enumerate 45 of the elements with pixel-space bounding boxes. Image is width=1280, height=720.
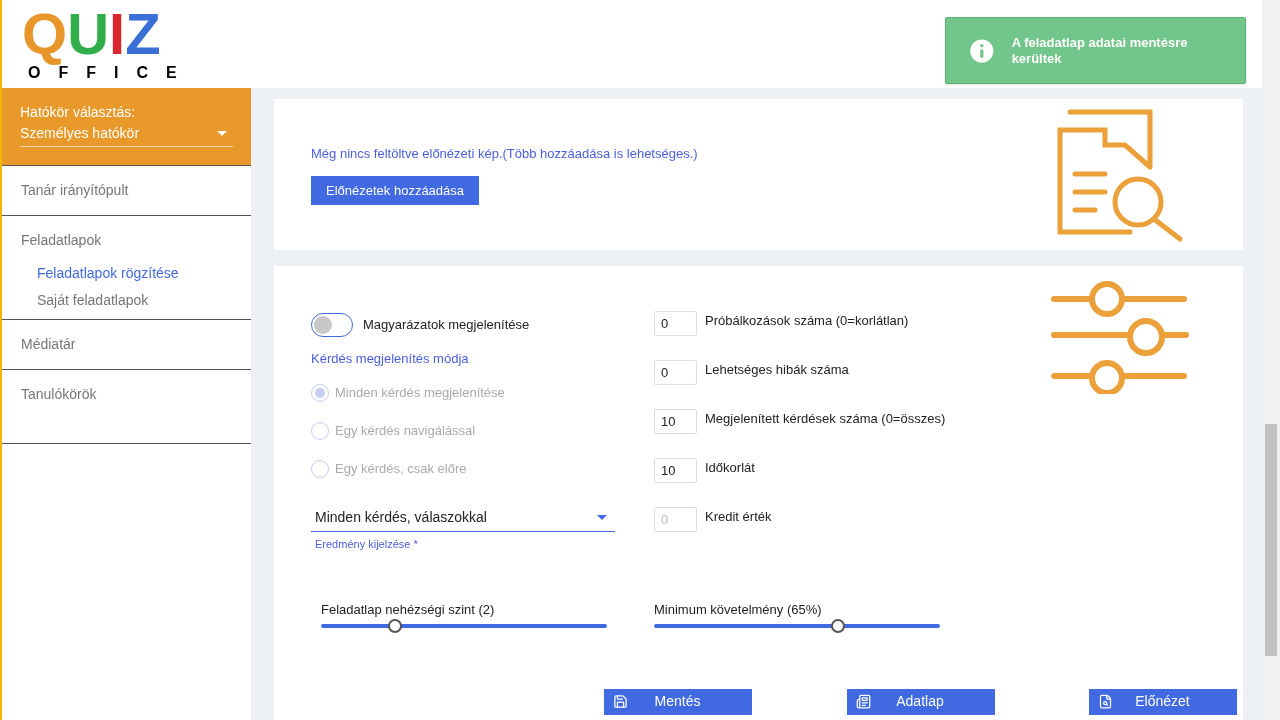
toggle-switch[interactable] bbox=[311, 313, 353, 337]
sidebar-item[interactable]: Feladatlapok bbox=[2, 216, 251, 265]
logo-subtitle: OFFICE bbox=[28, 64, 195, 82]
toggle-label: Magyarázatok megjelenítése bbox=[363, 316, 530, 335]
slider-thumb[interactable] bbox=[387, 618, 402, 633]
number-field[interactable]: 10 bbox=[654, 458, 697, 483]
dropdown-caret-icon bbox=[217, 131, 227, 136]
sidebar-item[interactable]: Médiatár bbox=[2, 320, 251, 369]
slider[interactable] bbox=[654, 618, 940, 633]
radio-label: Minden kérdés megjelenítése bbox=[335, 383, 505, 402]
radio-label: Egy kérdés, csak előre bbox=[335, 459, 467, 478]
toast-message: A feladatlap adatai mentésre kerültek bbox=[1011, 34, 1189, 67]
slider[interactable] bbox=[321, 618, 607, 633]
number-field[interactable]: 10 bbox=[654, 409, 697, 434]
result-select[interactable]: Minden kérdés, válaszokkal bbox=[311, 506, 615, 532]
sidebar-item[interactable]: Tanulókörök bbox=[2, 370, 251, 419]
action-button[interactable]: Előnézet bbox=[1089, 688, 1237, 715]
action-button[interactable]: Adatlap bbox=[846, 688, 995, 715]
sidebar-item[interactable]: Tanár irányítópult bbox=[2, 166, 251, 215]
sidebar-subitem[interactable]: Feladatlapok rögzítése bbox=[2, 263, 251, 292]
newspaper-icon bbox=[855, 694, 871, 709]
action-button[interactable]: Mentés bbox=[604, 688, 752, 715]
field-label: Időkorlát bbox=[705, 459, 755, 477]
document-search-icon bbox=[1098, 694, 1113, 709]
field-label: Kredit érték bbox=[705, 508, 772, 526]
number-field[interactable]: 0 bbox=[654, 360, 697, 385]
logo-letter: Z bbox=[125, 4, 161, 64]
radio-label: Egy kérdés navigálással bbox=[335, 421, 476, 440]
field-label: Megjelenített kérdések száma (0=összes) bbox=[705, 410, 946, 428]
field-label: Próbálkozások száma (0=korlátlan) bbox=[705, 312, 909, 330]
result-label: Eredmény kijelzése * bbox=[314, 536, 419, 552]
scope-label: Hatókör választás: bbox=[20, 103, 137, 122]
preview-message: Még nincs feltöltve előnézeti kép.(Több hozzáadása is lehetséges.) bbox=[311, 145, 698, 163]
sidebar-subitem[interactable]: Saját feladatlapok bbox=[2, 290, 251, 319]
logo-letter: U bbox=[67, 4, 109, 64]
field-label: Lehetséges hibák száma bbox=[705, 361, 849, 379]
slider-label: Minimum követelmény (65%) bbox=[654, 601, 823, 619]
slider-thumb[interactable] bbox=[830, 618, 845, 633]
logo-letter: I bbox=[109, 4, 126, 64]
slider-label: Feladatlap nehézségi szint (2) bbox=[321, 601, 496, 619]
mode-title: Kérdés megjelenítés módja bbox=[311, 350, 470, 368]
logo-letter: Q bbox=[22, 4, 68, 64]
number-field[interactable]: 0 bbox=[654, 311, 697, 336]
add-previews-button[interactable]: Előnézetek hozzáadása bbox=[311, 175, 480, 205]
dropdown-caret-icon bbox=[597, 514, 607, 520]
